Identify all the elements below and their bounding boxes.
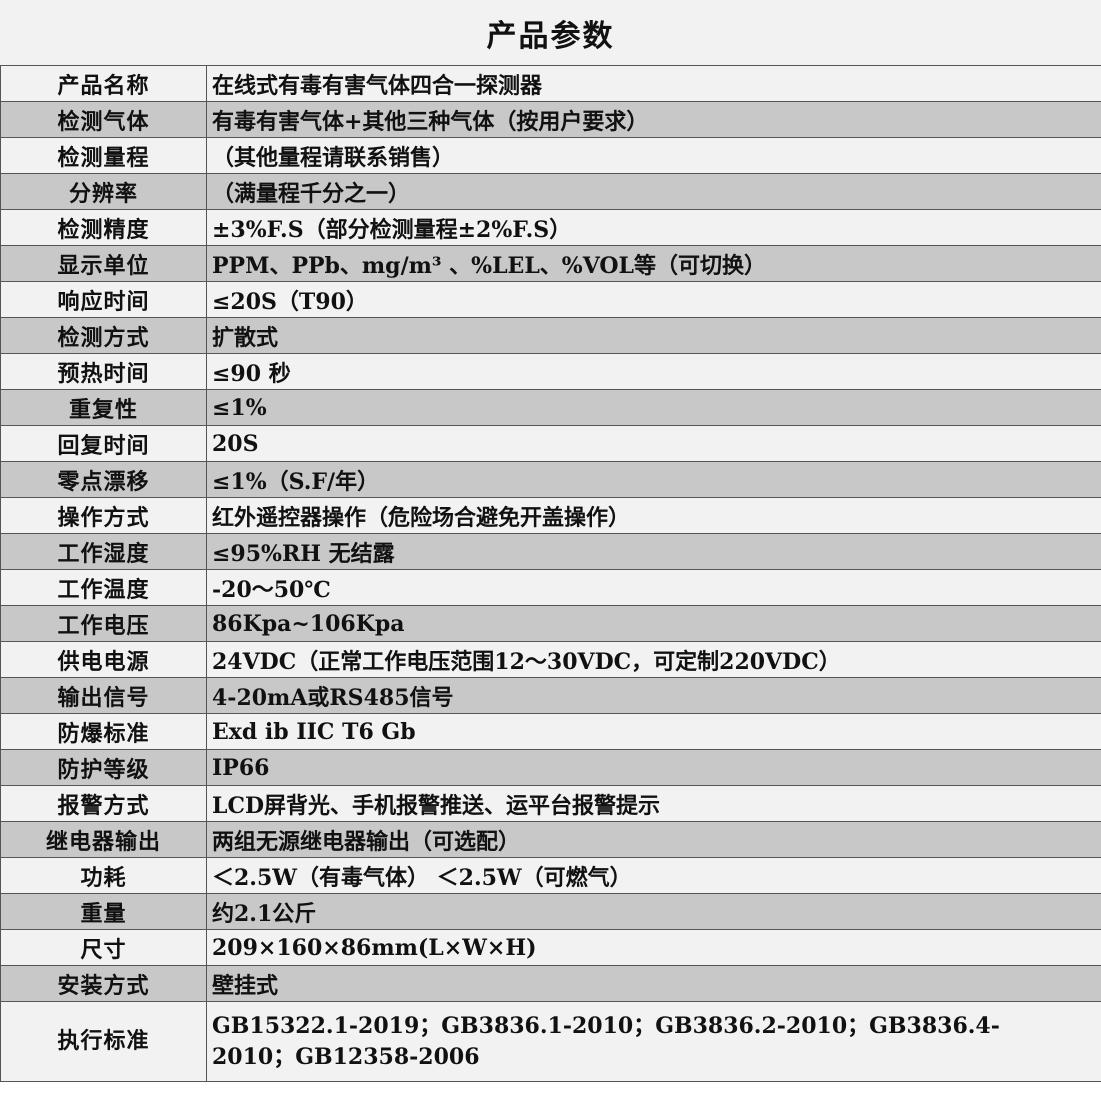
row-label: 执行标准 [0, 1001, 207, 1082]
row-value: GB15322.1-2019；GB3836.1-2010；GB3836.2-20… [206, 1001, 1101, 1082]
row-label: 回复时间 [0, 425, 207, 462]
row-value: 24VDC（正常工作电压范围12～30VDC，可定制220VDC） [206, 641, 1101, 678]
table-row: 防爆标准 Exd ib IIC T6 Gb [0, 713, 1101, 750]
table-row: 执行标准 GB15322.1-2019；GB3836.1-2010；GB3836… [0, 1001, 1101, 1082]
table-row: 重量 约2.1公斤 [0, 893, 1101, 930]
row-value: 209×160×86mm(L×W×H) [206, 929, 1101, 966]
row-value: ≤1% [206, 389, 1101, 426]
row-label: 防爆标准 [0, 713, 207, 750]
table-row: 重复性 ≤1% [0, 389, 1101, 426]
row-label: 预热时间 [0, 353, 207, 390]
row-label: 防护等级 [0, 749, 207, 786]
table-row: 回复时间 20S [0, 425, 1101, 462]
spec-table: 产品名称 在线式有毒有害气体四合一探测器 检测气体 有毒有害气体+其他三种气体（… [0, 65, 1101, 1082]
row-value: ≤20S（T90） [206, 281, 1101, 318]
row-value: 在线式有毒有害气体四合一探测器 [206, 65, 1101, 102]
row-label: 检测方式 [0, 317, 207, 354]
row-label: 产品名称 [0, 65, 207, 102]
row-value: 约2.1公斤 [206, 893, 1101, 930]
row-label: 供电电源 [0, 641, 207, 678]
row-label: 输出信号 [0, 677, 207, 714]
row-value: ＜2.5W（有毒气体） ＜2.5W（可燃气） [206, 857, 1101, 894]
table-row: 供电电源 24VDC（正常工作电压范围12～30VDC，可定制220VDC） [0, 641, 1101, 678]
table-row: 分辨率 （满量程千分之一） [0, 173, 1101, 210]
table-row: 工作电压 86Kpa~106Kpa [0, 605, 1101, 642]
row-label: 功耗 [0, 857, 207, 894]
row-value: 20S [206, 425, 1101, 462]
table-row: 工作湿度 ≤95%RH 无结露 [0, 533, 1101, 570]
row-value: 有毒有害气体+其他三种气体（按用户要求） [206, 101, 1101, 138]
row-label: 分辨率 [0, 173, 207, 210]
row-label: 报警方式 [0, 785, 207, 822]
page-title: 产品参数 [0, 0, 1101, 65]
table-row: 检测精度 ±3%F.S（部分检测量程±2%F.S） [0, 209, 1101, 246]
table-row: 工作温度 -20～50℃ [0, 569, 1101, 606]
table-row: 显示单位 PPM、PPb、mg/m³ 、%LEL、%VOL等（可切换） [0, 245, 1101, 282]
table-row: 功耗 ＜2.5W（有毒气体） ＜2.5W（可燃气） [0, 857, 1101, 894]
row-label: 检测量程 [0, 137, 207, 174]
table-row: 输出信号 4-20mA或RS485信号 [0, 677, 1101, 714]
row-value: （满量程千分之一） [206, 173, 1101, 210]
row-label: 操作方式 [0, 497, 207, 534]
row-value: 两组无源继电器输出（可选配） [206, 821, 1101, 858]
row-label: 工作温度 [0, 569, 207, 606]
row-label: 安装方式 [0, 965, 207, 1002]
row-value: 扩散式 [206, 317, 1101, 354]
row-label: 检测气体 [0, 101, 207, 138]
table-row: 产品名称 在线式有毒有害气体四合一探测器 [0, 65, 1101, 102]
row-value: （其他量程请联系销售） [206, 137, 1101, 174]
row-value: LCD屏背光、手机报警推送、运平台报警提示 [206, 785, 1101, 822]
row-value: ≤90 秒 [206, 353, 1101, 390]
row-value: 壁挂式 [206, 965, 1101, 1002]
row-label: 显示单位 [0, 245, 207, 282]
row-value: PPM、PPb、mg/m³ 、%LEL、%VOL等（可切换） [206, 245, 1101, 282]
row-value: -20～50℃ [206, 569, 1101, 606]
row-label: 尺寸 [0, 929, 207, 966]
row-value: IP66 [206, 749, 1101, 786]
row-value: 86Kpa~106Kpa [206, 605, 1101, 642]
row-value: Exd ib IIC T6 Gb [206, 713, 1101, 750]
table-row: 尺寸 209×160×86mm(L×W×H) [0, 929, 1101, 966]
table-row: 防护等级 IP66 [0, 749, 1101, 786]
row-value: 4-20mA或RS485信号 [206, 677, 1101, 714]
row-label: 响应时间 [0, 281, 207, 318]
table-row: 继电器输出 两组无源继电器输出（可选配） [0, 821, 1101, 858]
row-label: 继电器输出 [0, 821, 207, 858]
table-row: 检测气体 有毒有害气体+其他三种气体（按用户要求） [0, 101, 1101, 138]
table-row: 操作方式 红外遥控器操作（危险场合避免开盖操作） [0, 497, 1101, 534]
table-row: 安装方式 壁挂式 [0, 965, 1101, 1002]
row-value: 红外遥控器操作（危险场合避免开盖操作） [206, 497, 1101, 534]
table-row: 检测方式 扩散式 [0, 317, 1101, 354]
table-row: 检测量程 （其他量程请联系销售） [0, 137, 1101, 174]
table-row: 预热时间 ≤90 秒 [0, 353, 1101, 390]
row-label: 重复性 [0, 389, 207, 426]
table-row: 零点漂移 ≤1%（S.F/年） [0, 461, 1101, 498]
row-label: 重量 [0, 893, 207, 930]
row-label: 工作电压 [0, 605, 207, 642]
row-label: 检测精度 [0, 209, 207, 246]
table-row: 响应时间 ≤20S（T90） [0, 281, 1101, 318]
row-value: ≤95%RH 无结露 [206, 533, 1101, 570]
row-value: ≤1%（S.F/年） [206, 461, 1101, 498]
row-label: 零点漂移 [0, 461, 207, 498]
row-label: 工作湿度 [0, 533, 207, 570]
table-row: 报警方式 LCD屏背光、手机报警推送、运平台报警提示 [0, 785, 1101, 822]
row-value: ±3%F.S（部分检测量程±2%F.S） [206, 209, 1101, 246]
